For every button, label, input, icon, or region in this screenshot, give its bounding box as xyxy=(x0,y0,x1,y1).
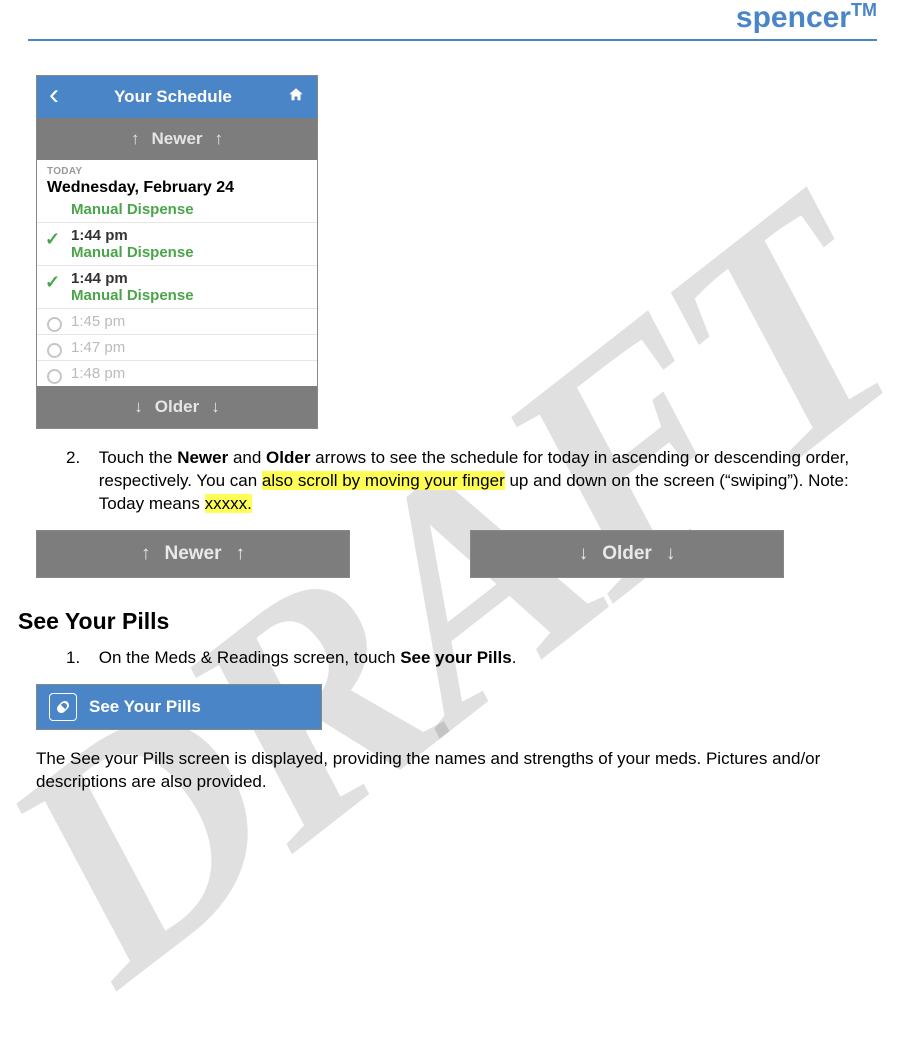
schedule-row[interactable]: 1:47 pm xyxy=(37,334,317,360)
back-icon[interactable] xyxy=(49,85,59,109)
down-arrow-icon xyxy=(579,543,589,565)
phone-screenshot: Your Schedule Newer TODAY Wednesday, Feb… xyxy=(36,75,318,429)
phone-title: Your Schedule xyxy=(114,87,232,107)
pill-icon xyxy=(49,693,77,721)
bold-newer: Newer xyxy=(177,448,228,467)
schedule-row[interactable]: 1:48 pm xyxy=(37,360,317,386)
down-arrow-icon xyxy=(134,397,143,417)
section-heading-see-your-pills: See Your Pills xyxy=(18,608,887,635)
newer-older-buttons: Newer Older xyxy=(36,530,887,578)
text: Touch the xyxy=(99,448,177,467)
phone-newer-bar[interactable]: Newer xyxy=(37,118,317,160)
bold-see-your-pills: See your Pills xyxy=(400,648,512,667)
dispense-label: Manual Dispense xyxy=(71,201,307,218)
phone-older-bar[interactable]: Older xyxy=(37,386,317,428)
step-1: 1. On the Meds & Readings screen, touch … xyxy=(66,647,887,670)
step-body: On the Meds & Readings screen, touch See… xyxy=(99,647,869,670)
phone-header: Your Schedule xyxy=(37,76,317,118)
dispense-label: Manual Dispense xyxy=(71,244,307,261)
see-your-pills-label: See Your Pills xyxy=(89,697,201,717)
dispense-label: Manual Dispense xyxy=(71,287,307,304)
newer-label: Newer xyxy=(151,129,202,149)
schedule-time: 1:48 pm xyxy=(71,365,307,382)
step-number: 1. xyxy=(66,647,94,670)
up-arrow-icon xyxy=(215,129,224,149)
schedule-row[interactable]: ✓ 1:44 pm Manual Dispense xyxy=(37,222,317,265)
schedule-row[interactable]: 1:45 pm xyxy=(37,308,317,334)
header-divider xyxy=(28,39,877,41)
paragraph-pills-description: The See your Pills screen is displayed, … xyxy=(36,748,869,794)
circle-icon xyxy=(47,369,62,384)
check-icon: ✓ xyxy=(45,229,60,250)
up-arrow-icon xyxy=(131,129,140,149)
older-button[interactable]: Older xyxy=(470,530,784,578)
schedule-time: 1:44 pm xyxy=(71,227,307,244)
step-2: 2. Touch the Newer and Older arrows to s… xyxy=(66,447,887,516)
home-icon[interactable] xyxy=(287,86,305,109)
schedule-row[interactable]: Manual Dispense xyxy=(37,201,317,222)
schedule-time: 1:45 pm xyxy=(71,313,307,330)
schedule-time: 1:44 pm xyxy=(71,270,307,287)
schedule-row[interactable]: ✓ 1:44 pm Manual Dispense xyxy=(37,265,317,308)
step-number: 2. xyxy=(66,447,94,470)
text: and xyxy=(228,448,266,467)
bold-older: Older xyxy=(266,448,310,467)
up-arrow-icon xyxy=(141,543,151,565)
brand-name: spencer xyxy=(736,1,851,34)
circle-icon xyxy=(47,343,62,358)
check-icon: ✓ xyxy=(45,272,60,293)
down-arrow-icon xyxy=(666,543,676,565)
text: . xyxy=(512,648,517,667)
brand-tm: TM xyxy=(851,0,877,20)
brand-logo: spencerTM xyxy=(18,0,887,39)
newer-button-label: Newer xyxy=(164,543,221,565)
step-body: Touch the Newer and Older arrows to see … xyxy=(99,447,869,516)
today-label: TODAY xyxy=(37,160,317,179)
older-button-label: Older xyxy=(602,543,652,565)
see-your-pills-button[interactable]: See Your Pills xyxy=(36,684,322,730)
today-date: Wednesday, February 24 xyxy=(37,179,317,203)
highlight: also scroll by moving your finger xyxy=(262,471,505,490)
down-arrow-icon xyxy=(211,397,220,417)
older-label: Older xyxy=(155,397,199,417)
circle-icon xyxy=(47,317,62,332)
text: On the Meds & Readings screen, touch xyxy=(99,648,400,667)
schedule-time: 1:47 pm xyxy=(71,339,307,356)
up-arrow-icon xyxy=(236,543,246,565)
newer-button[interactable]: Newer xyxy=(36,530,350,578)
highlight: xxxxx. xyxy=(205,494,252,513)
